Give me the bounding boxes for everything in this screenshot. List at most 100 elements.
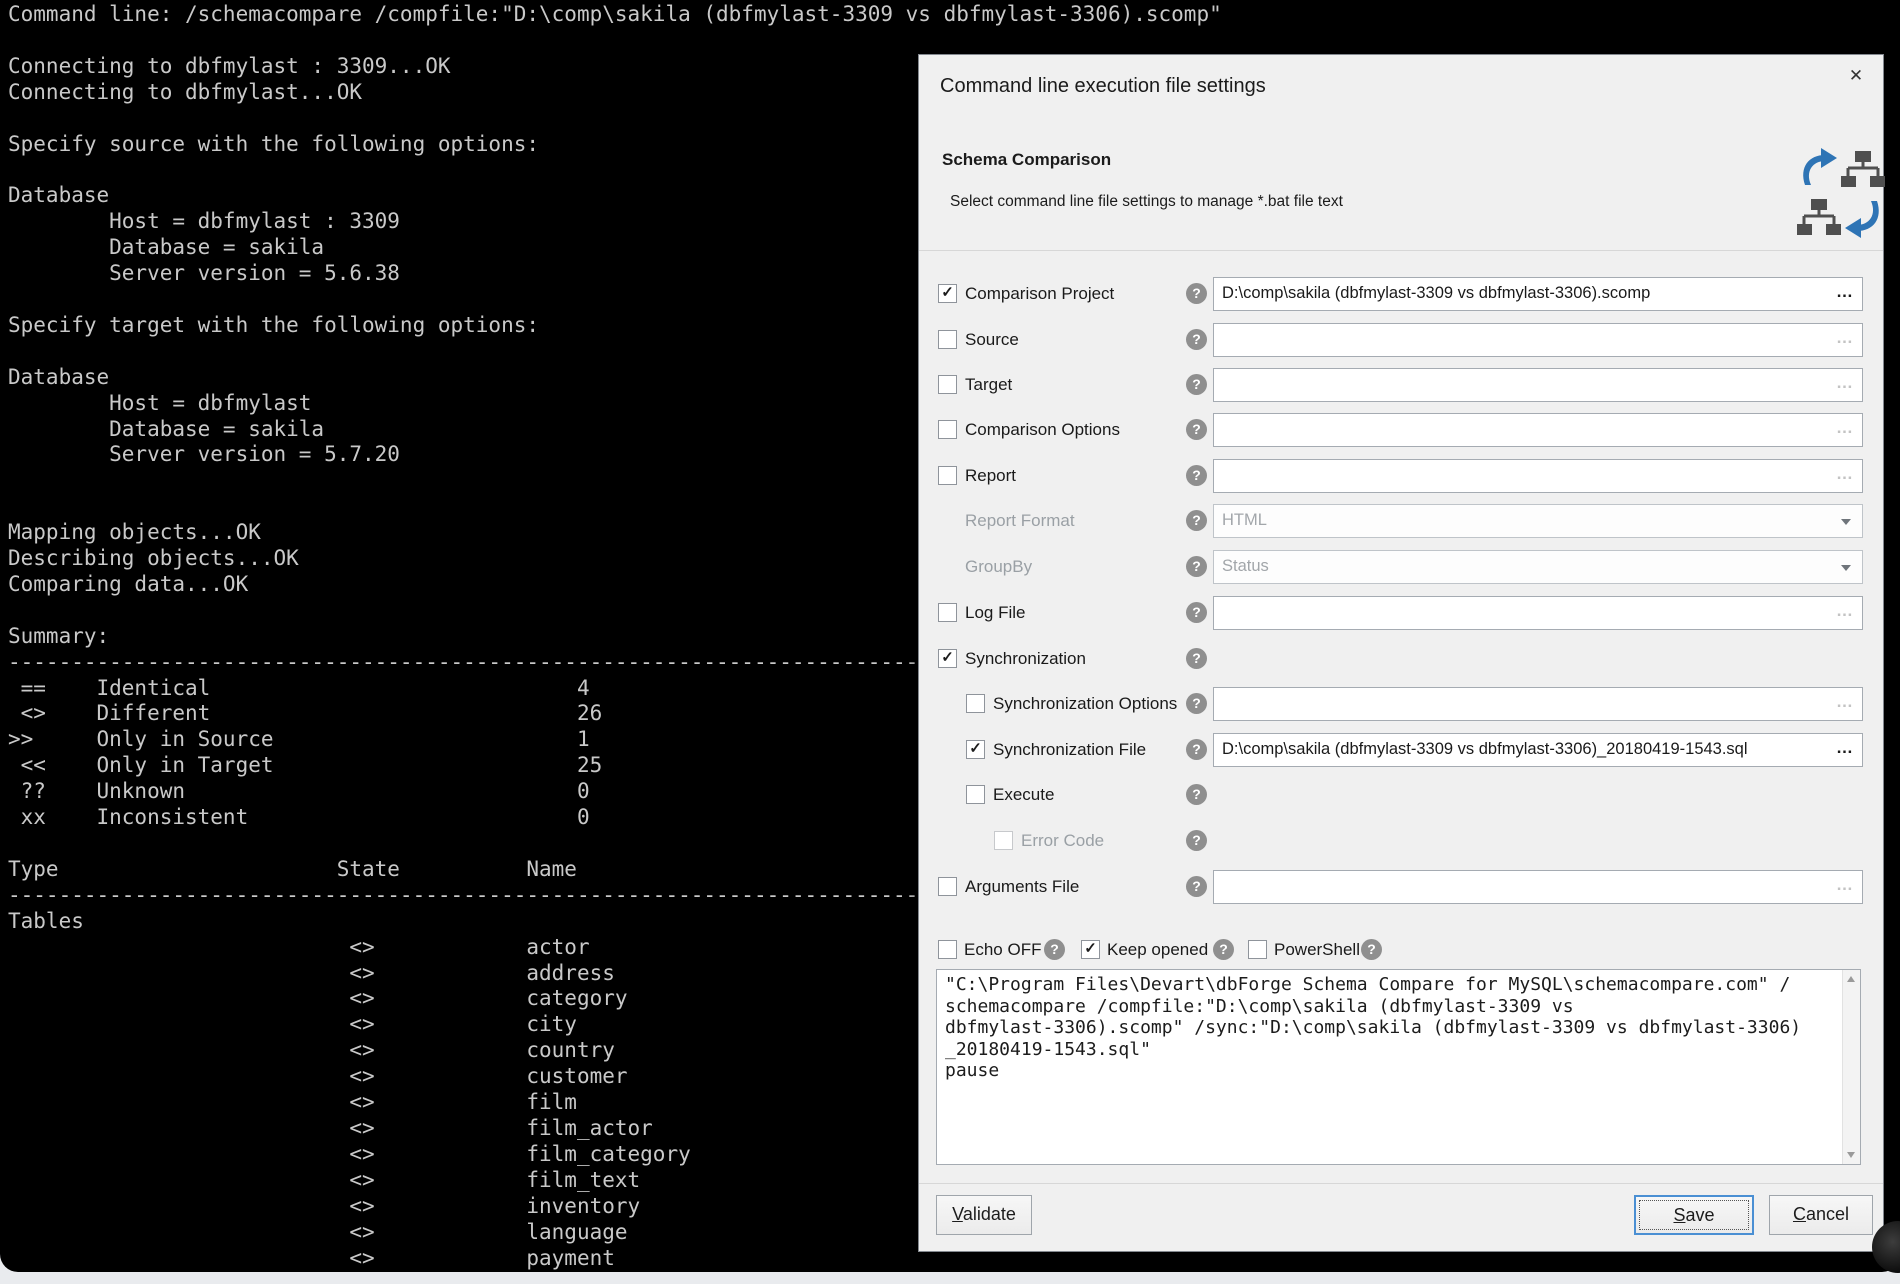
- help-icon[interactable]: [1186, 374, 1207, 395]
- help-icon[interactable]: [1044, 939, 1065, 960]
- echo-off-checkbox[interactable]: [938, 940, 957, 959]
- checkmark-icon: ✓: [939, 285, 956, 301]
- scroll-down-icon[interactable]: [1847, 1152, 1855, 1158]
- log-file-checkbox[interactable]: [938, 603, 957, 622]
- browse-button[interactable]: [1832, 734, 1858, 762]
- bat-file-text-area[interactable]: "C:\Program Files\Devart\dbForge Schema …: [936, 969, 1861, 1165]
- scrollbar[interactable]: [1842, 970, 1860, 1164]
- row-source: Source: [919, 323, 1883, 357]
- keep-opened-checkbox[interactable]: ✓: [1081, 940, 1100, 959]
- dropdown-value: HTML: [1214, 505, 1832, 536]
- comparison-project-label: Comparison Project: [965, 277, 1114, 311]
- report-label: Report: [965, 459, 1016, 493]
- footer-divider: [919, 1183, 1883, 1184]
- help-icon[interactable]: [1186, 419, 1207, 440]
- help-icon[interactable]: [1361, 939, 1382, 960]
- arguments-file-label: Arguments File: [965, 870, 1079, 904]
- button-label: alidate: [963, 1204, 1016, 1224]
- help-icon[interactable]: [1186, 739, 1207, 760]
- help-icon[interactable]: [1186, 329, 1207, 350]
- checkmark-icon: ✓: [967, 741, 984, 757]
- button-accesskey: S: [1673, 1205, 1685, 1225]
- report-format-label: Report Format: [965, 504, 1075, 538]
- arguments-file-field[interactable]: [1213, 870, 1863, 904]
- bat-options-row: Echo OFF ✓ Keep opened PowerShell: [919, 938, 1883, 962]
- button-label: ancel: [1806, 1204, 1849, 1224]
- row-execute: Execute: [919, 778, 1883, 812]
- help-icon[interactable]: [1186, 510, 1207, 531]
- help-icon[interactable]: [1186, 465, 1207, 486]
- log-file-label: Log File: [965, 596, 1025, 630]
- button-accesskey: V: [952, 1204, 963, 1224]
- help-icon[interactable]: [1186, 784, 1207, 805]
- row-synchronization-options: Synchronization Options: [919, 687, 1883, 721]
- browse-button: [1832, 597, 1858, 625]
- browse-button: [1832, 369, 1858, 397]
- header-divider: [919, 250, 1883, 251]
- synchronization-file-field[interactable]: D:\comp\sakila (dbfmylast-3309 vs dbfmyl…: [1213, 733, 1863, 767]
- dropdown-value: Status: [1214, 551, 1832, 582]
- synchronization-file-label: Synchronization File: [993, 733, 1146, 767]
- help-icon[interactable]: [1186, 556, 1207, 577]
- help-icon[interactable]: [1186, 693, 1207, 714]
- screen: Command line: /schemacompare /compfile:"…: [0, 0, 1900, 1284]
- error-code-checkbox: [994, 831, 1013, 850]
- row-comparison-project: ✓ Comparison Project D:\comp\sakila (dbf…: [919, 277, 1883, 311]
- help-icon[interactable]: [1186, 830, 1207, 851]
- comparison-options-field[interactable]: [1213, 413, 1863, 447]
- synchronization-options-field[interactable]: [1213, 687, 1863, 721]
- report-checkbox[interactable]: [938, 466, 957, 485]
- button-label: ave: [1685, 1205, 1714, 1225]
- help-icon[interactable]: [1186, 602, 1207, 623]
- comparison-options-checkbox[interactable]: [938, 420, 957, 439]
- help-icon[interactable]: [1186, 283, 1207, 304]
- row-comparison-options: Comparison Options: [919, 413, 1883, 447]
- powershell-checkbox[interactable]: [1248, 940, 1267, 959]
- comparison-project-checkbox[interactable]: ✓: [938, 284, 957, 303]
- report-field[interactable]: [1213, 459, 1863, 493]
- groupby-dropdown: Status: [1213, 550, 1863, 584]
- browse-button[interactable]: [1832, 278, 1858, 306]
- powershell-label: PowerShell: [1274, 938, 1360, 962]
- source-checkbox[interactable]: [938, 330, 957, 349]
- row-synchronization-file: ✓ Synchronization File D:\comp\sakila (d…: [919, 733, 1883, 767]
- echo-off-label: Echo OFF: [964, 938, 1041, 962]
- row-synchronization: ✓ Synchronization: [919, 642, 1883, 676]
- row-report: Report: [919, 459, 1883, 493]
- help-icon[interactable]: [1186, 648, 1207, 669]
- browse-button: [1832, 688, 1858, 716]
- command-line-settings-dialog: Command line execution file settings Sch…: [918, 54, 1884, 1252]
- comparison-project-field[interactable]: D:\comp\sakila (dbfmylast-3309 vs dbfmyl…: [1213, 277, 1863, 311]
- close-icon[interactable]: [1843, 63, 1869, 89]
- row-log-file: Log File: [919, 596, 1883, 630]
- save-button[interactable]: Save: [1634, 1195, 1754, 1235]
- chevron-down-icon: [1841, 519, 1851, 525]
- target-checkbox[interactable]: [938, 375, 957, 394]
- row-error-code: Error Code: [919, 824, 1883, 858]
- browse-button: [1832, 871, 1858, 899]
- cancel-button[interactable]: Cancel: [1769, 1195, 1873, 1235]
- source-field[interactable]: [1213, 323, 1863, 357]
- keep-opened-label: Keep opened: [1107, 938, 1208, 962]
- target-field[interactable]: [1213, 368, 1863, 402]
- execute-checkbox[interactable]: [966, 785, 985, 804]
- org-chart-glyph-top: [1841, 151, 1885, 187]
- help-icon[interactable]: [1186, 876, 1207, 897]
- synchronization-options-checkbox[interactable]: [966, 694, 985, 713]
- synchronization-checkbox[interactable]: ✓: [938, 649, 957, 668]
- browse-button: [1832, 460, 1858, 488]
- field-value: D:\comp\sakila (dbfmylast-3309 vs dbfmyl…: [1214, 278, 1832, 309]
- arguments-file-checkbox[interactable]: [938, 877, 957, 896]
- row-arguments-file: Arguments File: [919, 870, 1883, 904]
- dialog-subtitle: Select command line file settings to man…: [950, 193, 1343, 211]
- scroll-up-icon[interactable]: [1847, 976, 1855, 982]
- help-icon[interactable]: [1213, 939, 1234, 960]
- synchronization-label: Synchronization: [965, 642, 1086, 676]
- row-report-format: Report Format HTML: [919, 504, 1883, 538]
- browse-button: [1832, 414, 1858, 442]
- log-file-field[interactable]: [1213, 596, 1863, 630]
- schema-compare-icon: [1797, 147, 1885, 239]
- schema-comparison-heading: Schema Comparison: [942, 150, 1111, 170]
- synchronization-file-checkbox[interactable]: ✓: [966, 740, 985, 759]
- validate-button[interactable]: Validate: [936, 1195, 1032, 1235]
